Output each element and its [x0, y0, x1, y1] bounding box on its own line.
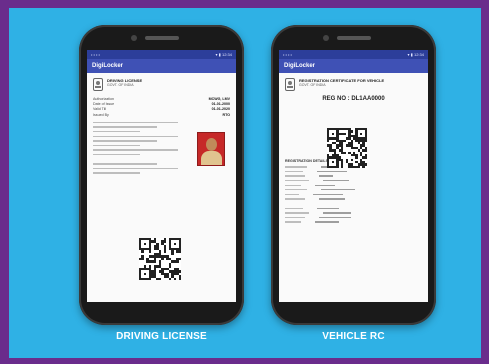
status-icons-left: • • • • — [91, 52, 100, 57]
phone-driving-license: • • • • ▾ ▮ 12:34 DigiLocker DRIVING LIC… — [79, 25, 244, 325]
document-issuer: GOVT. OF INDIA — [107, 83, 134, 87]
document-issuer: GOVT. OF INDIA — [299, 83, 326, 87]
national-emblem-icon — [285, 78, 295, 91]
license-fields: Authorization MCWG, LMV Date of Issue 01… — [93, 97, 230, 118]
rc-qr-code — [327, 128, 367, 168]
document-header: DRIVING LICENSE GOVT. OF INDIA — [93, 78, 230, 91]
license-qr-code — [139, 238, 181, 280]
status-icons-right: ▾ ▮ 12:34 — [407, 52, 424, 57]
status-icons-left: • • • • — [283, 52, 292, 57]
phone-speaker — [144, 36, 179, 40]
document-header: REGISTRATION CERTIFICATE FOR VEHICLE GOV… — [285, 78, 422, 91]
holder-photo — [197, 132, 225, 166]
app-bar: DigiLocker — [87, 59, 236, 73]
placeholder-row — [285, 193, 422, 196]
phone-camera-icon — [323, 35, 329, 41]
placeholder-row — [285, 221, 422, 223]
registration-number: REG NO : DL1AA0000 — [322, 96, 385, 102]
phone-screen: • • • • ▾ ▮ 12:34 DigiLocker REGISTRATIO… — [279, 50, 428, 302]
status-bar: • • • • ▾ ▮ 12:34 — [87, 50, 236, 59]
promo-background: • • • • ▾ ▮ 12:34 DigiLocker DRIVING LIC… — [9, 8, 481, 358]
status-icons-right: ▾ ▮ 12:34 — [215, 52, 232, 57]
field-row: Issued By RTO — [93, 113, 230, 118]
placeholder-row — [285, 184, 422, 186]
caption-vehicle-rc: VEHICLE RC — [322, 331, 385, 342]
national-emblem-icon — [93, 78, 103, 91]
phone-vehicle-rc: • • • • ▾ ▮ 12:34 DigiLocker REGISTRATIO… — [271, 25, 436, 325]
placeholder-row — [285, 216, 422, 219]
holder-details-placeholder — [93, 121, 178, 174]
placeholder-row — [285, 198, 422, 200]
app-title: DigiLocker — [284, 63, 316, 69]
placeholder-row — [285, 212, 422, 214]
placeholder-row — [285, 207, 422, 210]
app-bar: DigiLocker — [279, 59, 428, 73]
status-bar: • • • • ▾ ▮ 12:34 — [279, 50, 428, 59]
field-value: RTO — [222, 112, 230, 117]
phone-camera-icon — [131, 35, 137, 41]
field-label: Issued By — [93, 112, 109, 117]
registration-details-placeholder — [285, 166, 422, 223]
app-title: DigiLocker — [92, 63, 124, 69]
placeholder-row — [285, 175, 422, 177]
caption-driving-license: DRIVING LICENSE — [116, 331, 207, 342]
placeholder-row — [285, 179, 422, 182]
phone-speaker — [336, 36, 371, 40]
placeholder-row — [285, 170, 422, 173]
placeholder-row — [285, 189, 422, 191]
phone-screen: • • • • ▾ ▮ 12:34 DigiLocker DRIVING LIC… — [87, 50, 236, 302]
